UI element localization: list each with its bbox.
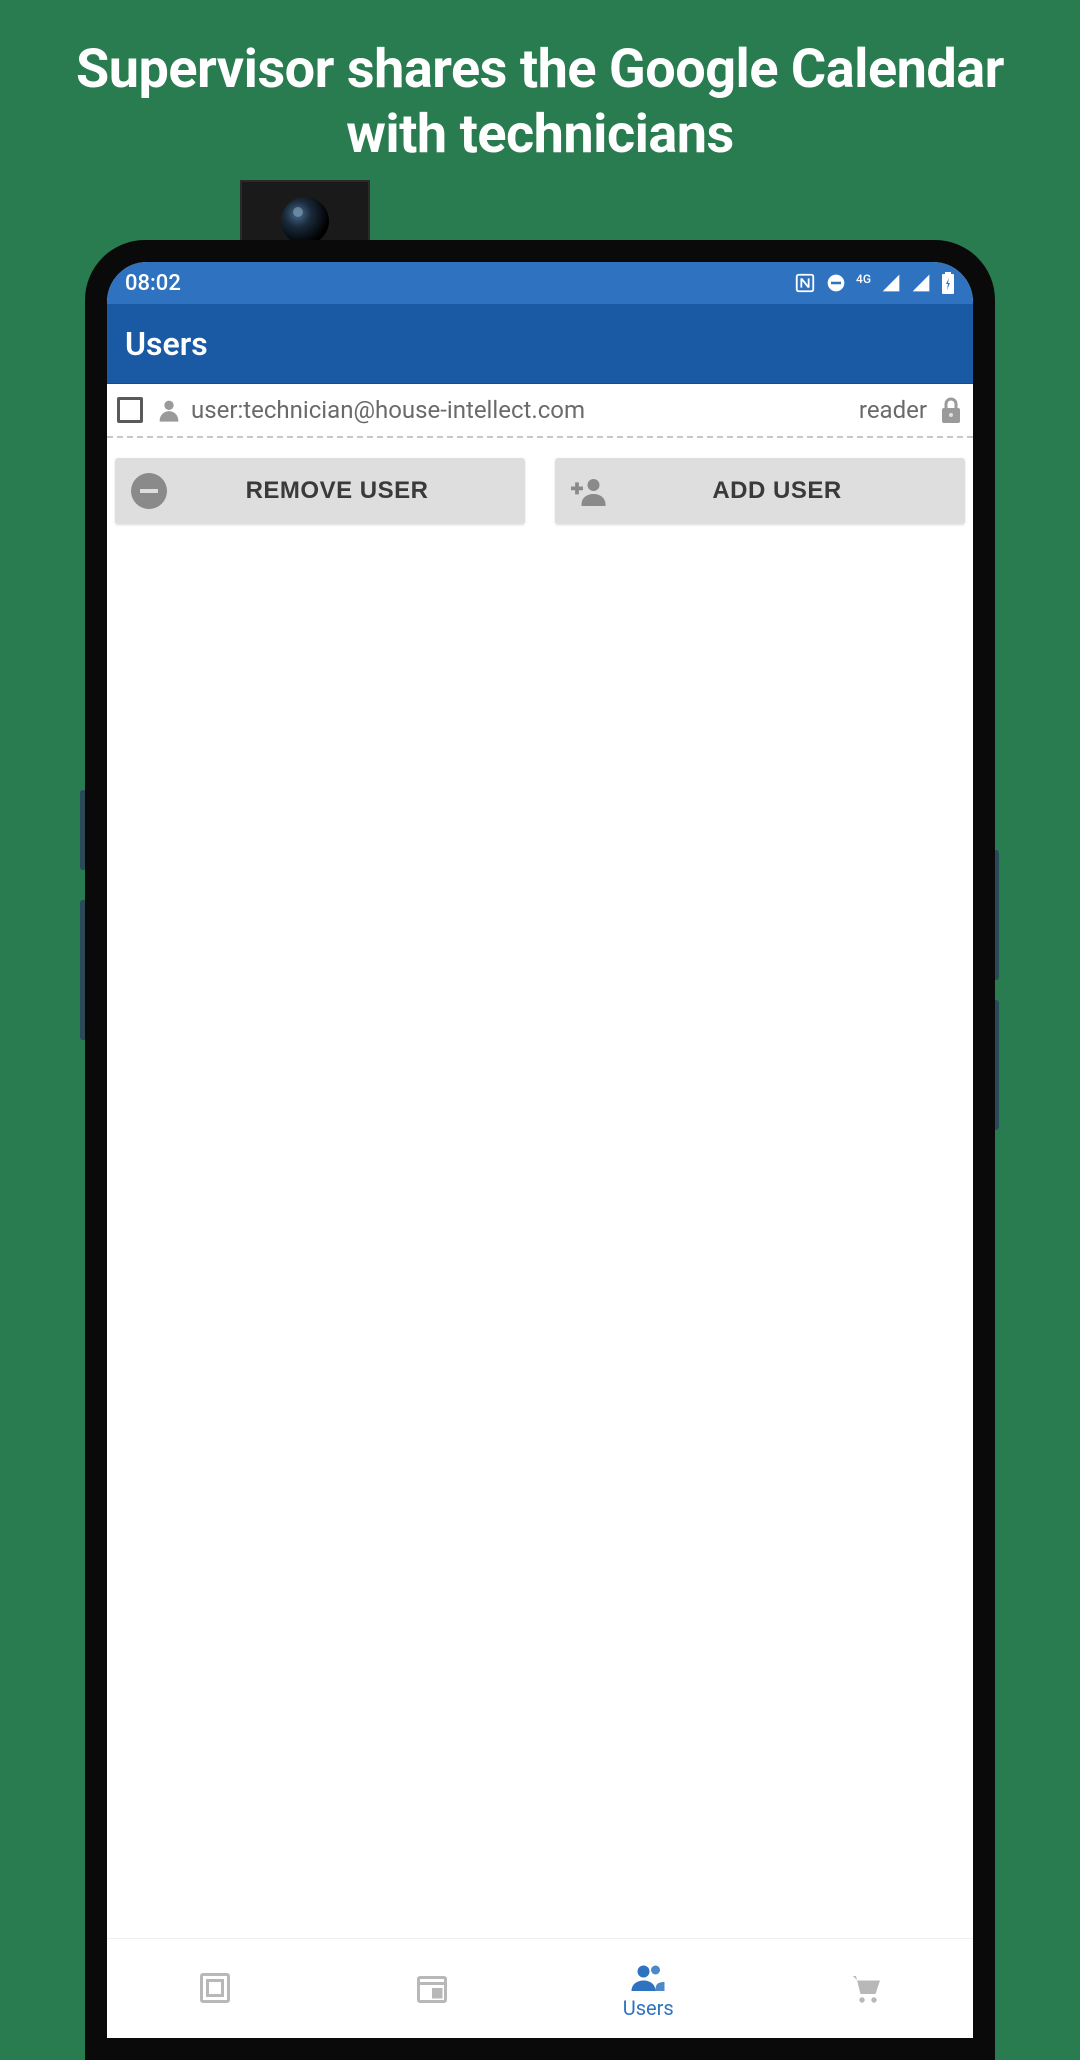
add-user-button[interactable]: ADD USER <box>555 458 965 524</box>
overview-icon <box>197 1970 233 2006</box>
dnd-icon <box>826 273 846 293</box>
button-label: REMOVE USER <box>165 477 509 505</box>
status-time: 08:02 <box>125 271 181 296</box>
user-email: user:technician@house-intellect.com <box>191 396 851 424</box>
action-button-row: REMOVE USER ADD USER <box>107 438 973 544</box>
bottom-nav: Users <box>107 1938 973 2038</box>
nav-tab-users[interactable]: Users <box>540 1939 757 2038</box>
camera-lens-icon <box>281 197 329 245</box>
status-bar: 08:02 4G <box>107 262 973 304</box>
remove-icon <box>131 473 167 509</box>
phone-frame: 08:02 4G Users user:technician@house-int… <box>85 240 995 2060</box>
battery-charging-icon <box>941 272 955 294</box>
calendar-icon <box>414 1970 450 2006</box>
content-area <box>107 544 973 1938</box>
user-list-item[interactable]: user:technician@house-intellect.com read… <box>107 384 973 438</box>
nav-tab-calendar[interactable] <box>324 1939 541 2038</box>
users-icon <box>630 1958 666 1994</box>
phone-screen: 08:02 4G Users user:technician@house-int… <box>107 262 973 2038</box>
cart-icon <box>847 1970 883 2006</box>
user-checkbox[interactable] <box>117 397 143 423</box>
signal-icon <box>911 273 931 293</box>
person-icon <box>155 396 183 424</box>
network-type-label: 4G <box>856 272 871 286</box>
nfc-icon <box>794 272 816 294</box>
signal-icon <box>881 273 901 293</box>
nav-label: Users <box>623 1996 674 2020</box>
button-label: ADD USER <box>605 477 949 505</box>
promo-title: Supervisor shares the Google Calendar wi… <box>0 0 1080 168</box>
status-icons: 4G <box>794 272 955 294</box>
nav-tab-overview[interactable] <box>107 1939 324 2038</box>
page-title: Users <box>125 325 208 363</box>
app-bar: Users <box>107 304 973 384</box>
lock-icon <box>939 396 963 424</box>
remove-user-button[interactable]: REMOVE USER <box>115 458 525 524</box>
person-add-icon <box>571 473 607 509</box>
nav-tab-shop[interactable] <box>757 1939 974 2038</box>
user-role-label: reader <box>859 396 927 424</box>
